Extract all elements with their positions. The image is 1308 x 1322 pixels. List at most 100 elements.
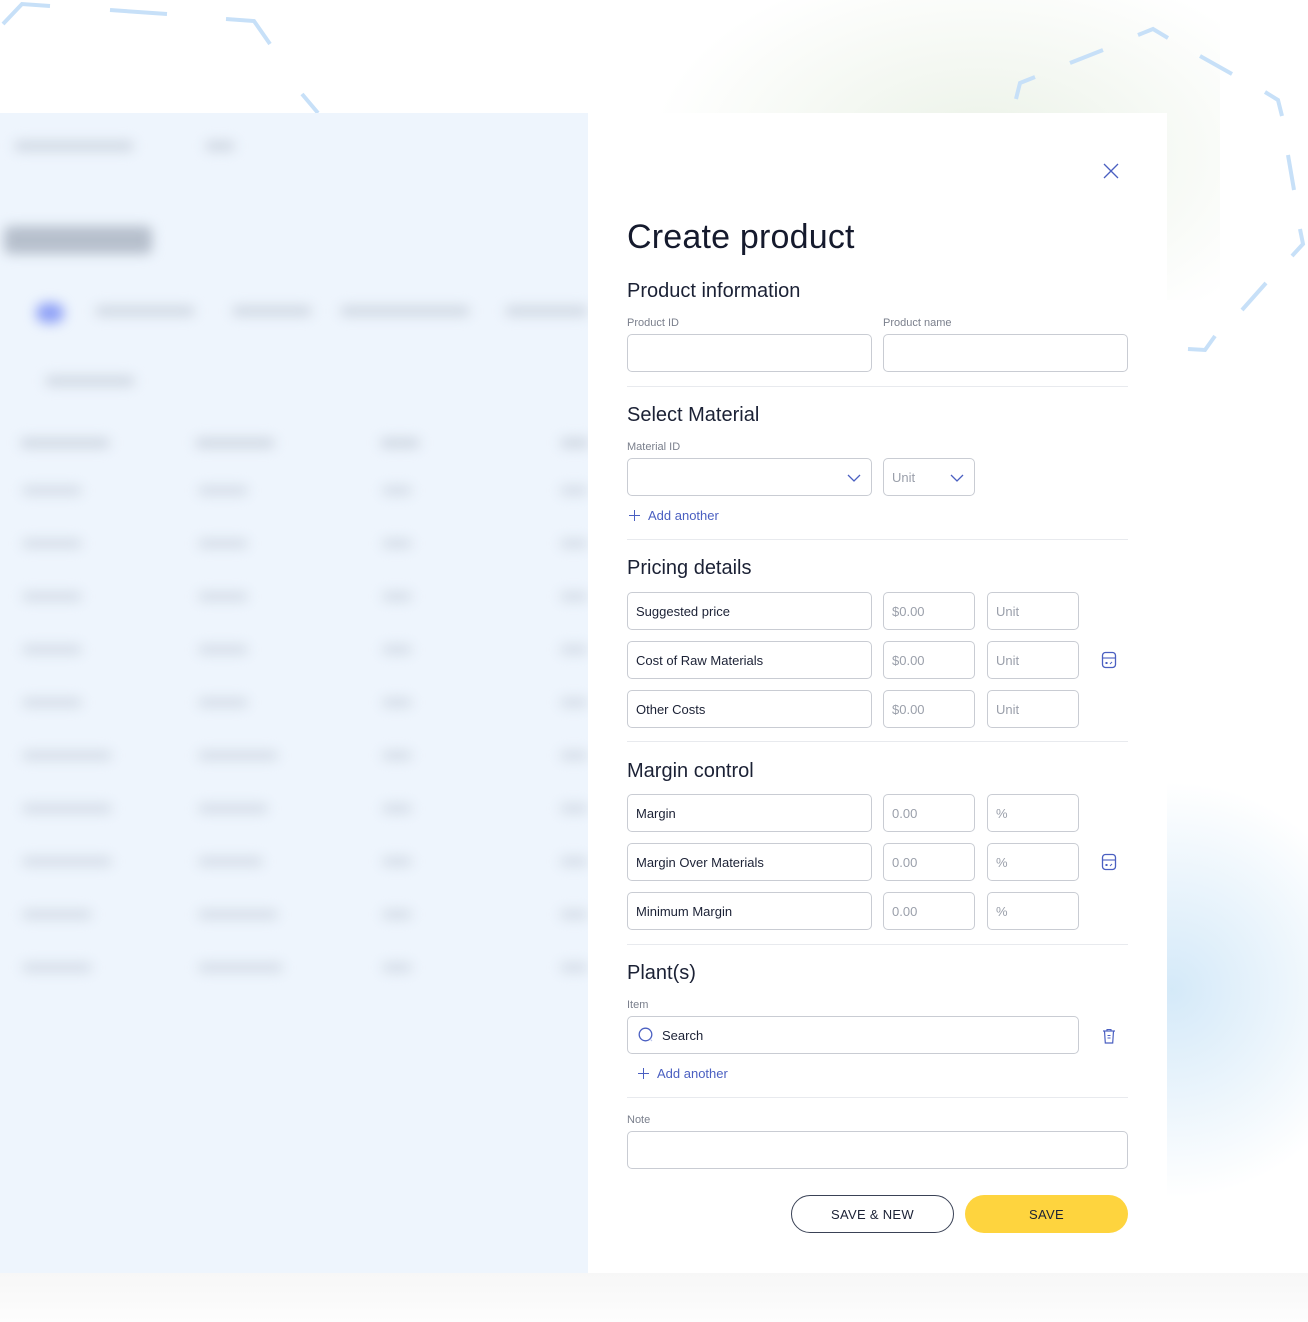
add-another-material-link[interactable]: Add another <box>629 508 719 523</box>
material-id-label: Material ID <box>627 441 681 453</box>
section-title-product-information: Product information <box>627 280 801 302</box>
material-id-select[interactable] <box>627 458 872 496</box>
blurred-cell <box>382 857 412 866</box>
search-icon <box>638 1027 653 1042</box>
blurred-cell <box>560 751 588 760</box>
unit-select-value: Unit <box>892 469 916 485</box>
divider <box>627 741 1128 742</box>
product-id-input[interactable] <box>627 334 872 372</box>
blurred-cell <box>382 645 412 654</box>
blurred-cell <box>22 910 92 919</box>
blurred-cell <box>382 592 412 601</box>
blurred-cell <box>22 486 82 495</box>
blurred-cell <box>22 645 82 654</box>
blurred-cell <box>382 963 412 972</box>
divider <box>627 1097 1128 1098</box>
divider <box>627 539 1128 540</box>
add-another-label: Add another <box>648 508 719 523</box>
save-and-new-button[interactable]: SAVE & NEW <box>791 1195 954 1233</box>
pricing-label-field[interactable]: Other Costs <box>627 690 872 728</box>
blurred-cell <box>198 963 283 972</box>
section-title-margin-control: Margin control <box>627 760 754 782</box>
unit-select[interactable]: Unit <box>883 458 975 496</box>
section-title-pricing-details: Pricing details <box>627 557 752 579</box>
margin-unit-input[interactable]: % <box>987 892 1079 930</box>
chevron-down-icon <box>847 474 861 482</box>
modal-title: Create product <box>627 218 855 256</box>
blurred-cell <box>382 486 412 495</box>
trash-icon[interactable] <box>1100 1027 1118 1045</box>
margin-amount-input[interactable]: 0.00 <box>883 843 975 881</box>
product-id-label: Product ID <box>627 317 679 329</box>
blurred-cell <box>560 857 588 866</box>
margin-amount-input[interactable]: 0.00 <box>883 794 975 832</box>
divider <box>627 386 1128 387</box>
note-label: Note <box>627 1114 651 1126</box>
note-input[interactable] <box>627 1131 1128 1169</box>
blurred-cell <box>198 486 248 495</box>
product-name-input[interactable] <box>883 334 1128 372</box>
blurred-cell <box>560 910 588 919</box>
pricing-unit-input[interactable]: Unit <box>987 592 1079 630</box>
pricing-amount-input[interactable]: $0.00 <box>883 592 975 630</box>
plant-search-input[interactable]: Search <box>627 1016 1079 1054</box>
blurred-cell <box>560 592 588 601</box>
pricing-amount-input[interactable]: $0.00 <box>883 690 975 728</box>
plus-icon <box>638 1068 649 1079</box>
add-another-plant-link[interactable]: Add another <box>638 1066 728 1081</box>
margin-unit-input[interactable]: % <box>987 843 1079 881</box>
blurred-cell <box>22 698 82 707</box>
pricing-label-field[interactable]: Suggested price <box>627 592 872 630</box>
blurred-cell <box>382 539 412 548</box>
blurred-cell <box>198 645 248 654</box>
blurred-cell <box>382 910 412 919</box>
blurred-cell <box>22 751 112 760</box>
divider <box>627 944 1128 945</box>
margin-amount-input[interactable]: 0.00 <box>883 892 975 930</box>
background-products-page <box>0 113 588 1273</box>
margin-label-field[interactable]: Margin Over Materials <box>627 843 872 881</box>
section-title-select-material: Select Material <box>627 404 760 426</box>
blurred-cell <box>198 592 248 601</box>
blurred-cell <box>22 539 82 548</box>
blurred-cell <box>22 592 82 601</box>
blurred-cell <box>22 857 112 866</box>
blurred-cell <box>198 804 268 813</box>
pricing-label-field[interactable]: Cost of Raw Materials <box>627 641 872 679</box>
calculator-icon[interactable] <box>1100 853 1118 871</box>
blurred-cell <box>560 645 588 654</box>
blurred-cell <box>382 698 412 707</box>
blurred-cell <box>560 698 588 707</box>
plus-icon <box>629 510 640 521</box>
chevron-down-icon <box>950 474 964 482</box>
blurred-rows <box>0 113 588 1273</box>
blurred-cell <box>22 804 112 813</box>
item-label: Item <box>627 999 649 1011</box>
product-name-label: Product name <box>883 317 952 329</box>
margin-unit-input[interactable]: % <box>987 794 1079 832</box>
blurred-cell <box>382 751 412 760</box>
blurred-cell <box>382 804 412 813</box>
margin-label-field[interactable]: Margin <box>627 794 872 832</box>
blurred-cell <box>198 751 278 760</box>
pricing-unit-input[interactable]: Unit <box>987 690 1079 728</box>
blurred-cell <box>560 804 588 813</box>
calculator-icon[interactable] <box>1100 651 1118 669</box>
blurred-cell <box>560 539 588 548</box>
blurred-cell <box>560 486 588 495</box>
blurred-cell <box>198 910 278 919</box>
blurred-cell <box>198 857 263 866</box>
add-another-label: Add another <box>657 1066 728 1081</box>
blurred-cell <box>198 539 248 548</box>
margin-label-field[interactable]: Minimum Margin <box>627 892 872 930</box>
close-icon[interactable] <box>1100 160 1122 182</box>
blurred-cell <box>560 963 588 972</box>
pricing-unit-input[interactable]: Unit <box>987 641 1079 679</box>
bottom-fade <box>0 1273 1308 1322</box>
search-placeholder: Search <box>662 1027 704 1043</box>
save-button[interactable]: SAVE <box>965 1195 1128 1233</box>
blurred-cell <box>198 698 248 707</box>
section-title-plants: Plant(s) <box>627 962 696 984</box>
blurred-cell <box>22 963 92 972</box>
pricing-amount-input[interactable]: $0.00 <box>883 641 975 679</box>
